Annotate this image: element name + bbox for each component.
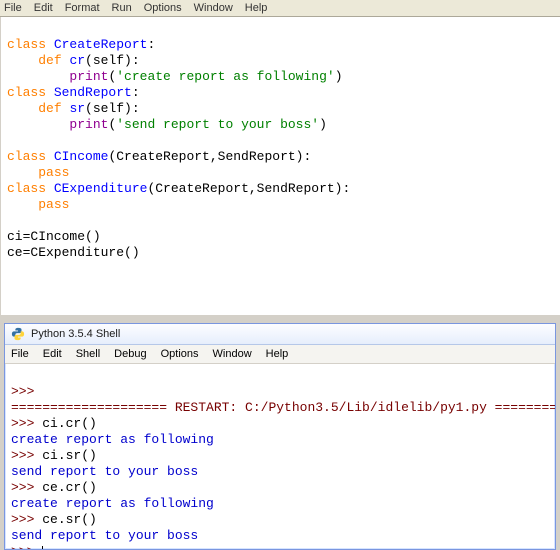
shell-input: ce.cr() — [42, 480, 97, 495]
shell-input: ci.cr() — [42, 416, 97, 431]
shell-prompt: >>> — [11, 384, 42, 399]
kw-class: class — [7, 37, 46, 52]
shell-window: Python 3.5.4 Shell File Edit Shell Debug… — [4, 323, 556, 550]
builtin-print: print — [69, 117, 108, 132]
editor-pane[interactable]: class CreateReport: def cr(self): print(… — [0, 17, 560, 315]
shell-menu-edit[interactable]: Edit — [43, 348, 62, 360]
shell-input: ce.sr() — [42, 512, 97, 527]
class-name: CExpenditure — [54, 181, 148, 196]
shell-output: send report to your boss — [11, 464, 198, 479]
code-text: ce=CExpenditure() — [7, 245, 140, 260]
shell-prompt: >>> — [11, 448, 42, 463]
kw-def: def — [38, 101, 61, 116]
menu-help[interactable]: Help — [245, 2, 268, 14]
shell-output: send report to your boss — [11, 528, 198, 543]
code-text: (CreateReport,SendReport): — [147, 181, 350, 196]
shell-menu-help[interactable]: Help — [266, 348, 289, 360]
shell-menu-debug[interactable]: Debug — [114, 348, 146, 360]
class-name: SendReport — [54, 85, 132, 100]
python-icon — [11, 327, 25, 341]
shell-input: ci.sr() — [42, 448, 97, 463]
shell-prompt: >>> — [11, 512, 42, 527]
kw-class: class — [7, 181, 46, 196]
code-text: ci=CIncome() — [7, 229, 101, 244]
menu-edit[interactable]: Edit — [34, 2, 53, 14]
cursor-icon — [42, 546, 43, 549]
restart-line: ==================== RESTART: C:/Python3… — [11, 400, 555, 415]
string-literal: 'send report to your boss' — [116, 117, 319, 132]
shell-output: create report as following — [11, 496, 214, 511]
code-text: ) — [335, 69, 343, 84]
editor-menubar: File Edit Format Run Options Window Help — [0, 0, 560, 17]
code-text: (CreateReport,SendReport): — [108, 149, 311, 164]
shell-title: Python 3.5.4 Shell — [31, 328, 120, 340]
shell-menu-window[interactable]: Window — [213, 348, 252, 360]
shell-body[interactable]: >>> ==================== RESTART: C:/Pyt… — [5, 364, 555, 549]
shell-menu-shell[interactable]: Shell — [76, 348, 100, 360]
class-name: CIncome — [54, 149, 109, 164]
menu-file[interactable]: File — [4, 2, 22, 14]
class-name: CreateReport — [54, 37, 148, 52]
kw-class: class — [7, 149, 46, 164]
code-text: ) — [319, 117, 327, 132]
code-text: (self): — [85, 53, 140, 68]
shell-titlebar[interactable]: Python 3.5.4 Shell — [5, 324, 555, 345]
shell-prompt: >>> — [11, 416, 42, 431]
shell-prompt: >>> — [11, 480, 42, 495]
menu-window[interactable]: Window — [194, 2, 233, 14]
shell-menubar: File Edit Shell Debug Options Window Hel… — [5, 345, 555, 364]
menu-options[interactable]: Options — [144, 2, 182, 14]
kw-pass: pass — [38, 197, 69, 212]
fn-name: cr — [69, 53, 85, 68]
kw-class: class — [7, 85, 46, 100]
string-literal: 'create report as following' — [116, 69, 334, 84]
code-text: : — [147, 37, 155, 52]
menu-run[interactable]: Run — [112, 2, 132, 14]
shell-output: create report as following — [11, 432, 214, 447]
kw-pass: pass — [38, 165, 69, 180]
menu-format[interactable]: Format — [65, 2, 100, 14]
code-text: : — [132, 85, 140, 100]
shell-menu-file[interactable]: File — [11, 348, 29, 360]
fn-name: sr — [69, 101, 85, 116]
builtin-print: print — [69, 69, 108, 84]
kw-def: def — [38, 53, 61, 68]
shell-menu-options[interactable]: Options — [161, 348, 199, 360]
code-text: (self): — [85, 101, 140, 116]
